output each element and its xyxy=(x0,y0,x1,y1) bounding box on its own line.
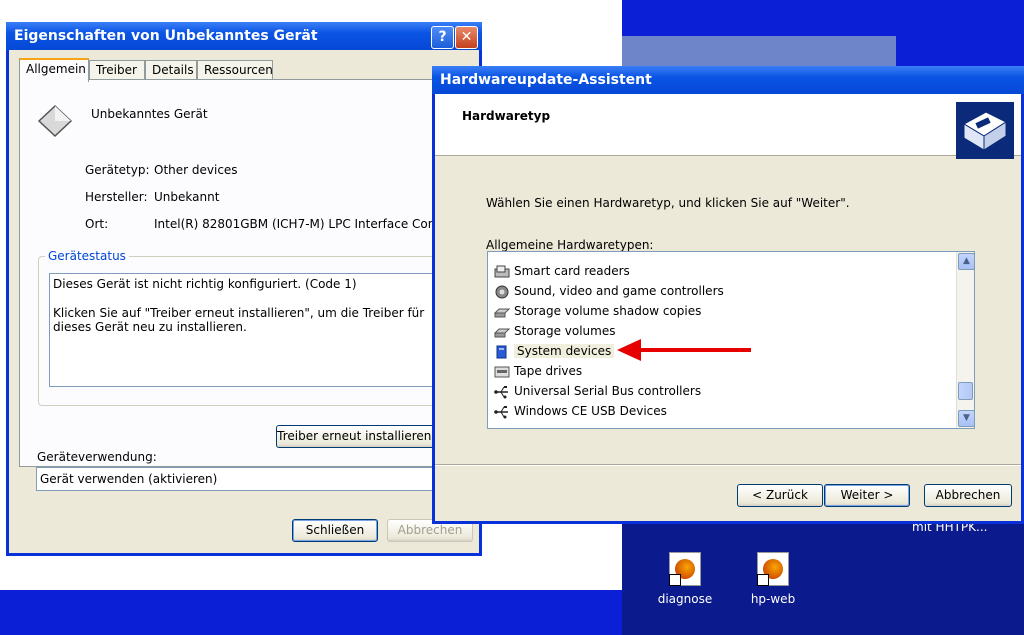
usb-icon xyxy=(494,385,508,398)
tape-drive-icon xyxy=(494,366,510,377)
tab-allgemein[interactable]: Allgemein xyxy=(19,58,89,82)
location-value: Intel(R) 82801GBM (ICH7-M) LPC Interface… xyxy=(154,217,453,231)
computer-icon xyxy=(496,345,507,358)
drive-icon xyxy=(494,328,510,337)
general-tab-panel: Unbekanntes Gerät Gerätetyp: Other devic… xyxy=(19,79,467,467)
list-item[interactable]: Storage volume shadow copies xyxy=(494,302,701,320)
manufacturer-value: Unbekannt xyxy=(154,190,220,204)
list-item-label: Universal Serial Bus controllers xyxy=(514,384,702,398)
hardware-types-label: Allgemeine Hardwaretypen: xyxy=(486,238,654,252)
list-item-selected[interactable]: System devices xyxy=(494,342,615,360)
device-name: Unbekanntes Gerät xyxy=(91,107,208,121)
hardware-wizard-dialog: Hardwareupdate-Assistent Hardwaretyp Wäh… xyxy=(432,66,1024,524)
device-type-label: Gerätetyp: xyxy=(85,163,150,177)
properties-dialog: Eigenschaften von Unbekanntes Gerät ? ✕ … xyxy=(6,22,482,556)
device-type-value: Other devices xyxy=(154,163,238,177)
wizard-header: Hardwaretyp xyxy=(435,94,1021,159)
annotation-arrow-icon xyxy=(617,339,751,361)
wizard-titlebar[interactable]: Hardwareupdate-Assistent xyxy=(432,66,1024,94)
list-item-label: Sound, video and game controllers xyxy=(514,284,724,298)
tab-ressourcen[interactable]: Ressourcen xyxy=(197,60,273,80)
list-item[interactable]: Storage volumes xyxy=(494,322,615,340)
back-button[interactable]: < Zurück xyxy=(737,484,823,507)
tab-details[interactable]: Details xyxy=(145,60,197,80)
location-label: Ort: xyxy=(85,217,109,231)
desktop-icon-label: diagnose xyxy=(657,592,713,606)
list-item-label: System devices xyxy=(514,344,615,358)
scroll-thumb[interactable] xyxy=(958,382,973,400)
status-line: Dieses Gerät ist nicht richtig konfiguri… xyxy=(53,277,357,291)
status-line: dieses Gerät neu zu installieren. xyxy=(53,320,247,334)
list-item-label: Storage volume shadow copies xyxy=(514,304,702,318)
firefox-shortcut-icon: ↗ xyxy=(669,552,701,586)
scroll-up-icon[interactable]: ▲ xyxy=(958,253,974,270)
usage-select[interactable]: Gerät verwenden (aktivieren) xyxy=(36,467,476,491)
properties-titlebar[interactable]: Eigenschaften von Unbekanntes Gerät ? ✕ xyxy=(6,22,482,50)
speaker-icon xyxy=(495,285,509,298)
list-scrollbar[interactable]: ▲ ▼ xyxy=(956,252,974,428)
status-line: Klicken Sie auf "Treiber erneut installi… xyxy=(53,306,425,320)
close-window-button[interactable]: ✕ xyxy=(455,26,478,49)
manufacturer-label: Hersteller: xyxy=(85,190,148,204)
smartcard-icon xyxy=(494,265,510,277)
drive-icon xyxy=(494,308,510,317)
desktop-icon-hp-web[interactable]: ↗ hp-web xyxy=(738,552,808,606)
tab-treiber[interactable]: Treiber xyxy=(89,60,145,80)
wizard-title: Hardwareupdate-Assistent xyxy=(440,72,652,88)
scroll-down-icon[interactable]: ▼ xyxy=(958,410,974,427)
unknown-device-icon xyxy=(37,104,73,138)
list-item-label: Storage volumes xyxy=(514,324,616,338)
list-item[interactable]: Smart card readers xyxy=(494,262,630,280)
list-item-label: Tape drives xyxy=(514,364,583,378)
firefox-shortcut-icon: ↗ xyxy=(757,552,789,586)
usb-icon xyxy=(494,405,508,418)
desktop-icon-diagnose[interactable]: ↗ diagnose xyxy=(650,552,720,606)
cancel-button[interactable]: Abbrechen xyxy=(924,484,1012,507)
next-button[interactable]: Weiter > xyxy=(824,484,910,507)
status-group-title: Gerätestatus xyxy=(45,249,129,263)
wizard-instruction: Wählen Sie einen Hardwaretyp, und klicke… xyxy=(486,196,850,210)
list-item[interactable]: Sound, video and game controllers xyxy=(494,282,724,300)
usage-label: Geräteverwendung: xyxy=(37,450,157,464)
list-item[interactable]: Tape drives xyxy=(494,362,582,380)
list-item-label: Smart card readers xyxy=(514,264,630,278)
list-item[interactable]: Windows CE USB Devices xyxy=(494,402,667,420)
list-item-label: Windows CE USB Devices xyxy=(514,404,667,418)
hardware-install-icon xyxy=(956,102,1014,159)
list-item[interactable]: Universal Serial Bus controllers xyxy=(494,382,701,400)
device-status-group: Gerätestatus Dieses Gerät ist nicht rich… xyxy=(38,249,460,406)
dialog-title: Eigenschaften von Unbekanntes Gerät xyxy=(14,28,318,44)
device-status-text[interactable]: Dieses Gerät ist nicht richtig konfiguri… xyxy=(49,273,449,387)
close-button[interactable]: Schließen xyxy=(292,519,378,542)
desktop-strip xyxy=(0,590,622,635)
desktop-icon-label: hp-web xyxy=(750,592,796,606)
wizard-footer-separator xyxy=(435,464,1021,466)
reinstall-driver-button[interactable]: Treiber erneut installieren... xyxy=(276,425,444,448)
help-button[interactable]: ? xyxy=(431,26,454,49)
wizard-header-title: Hardwaretyp xyxy=(462,109,551,123)
